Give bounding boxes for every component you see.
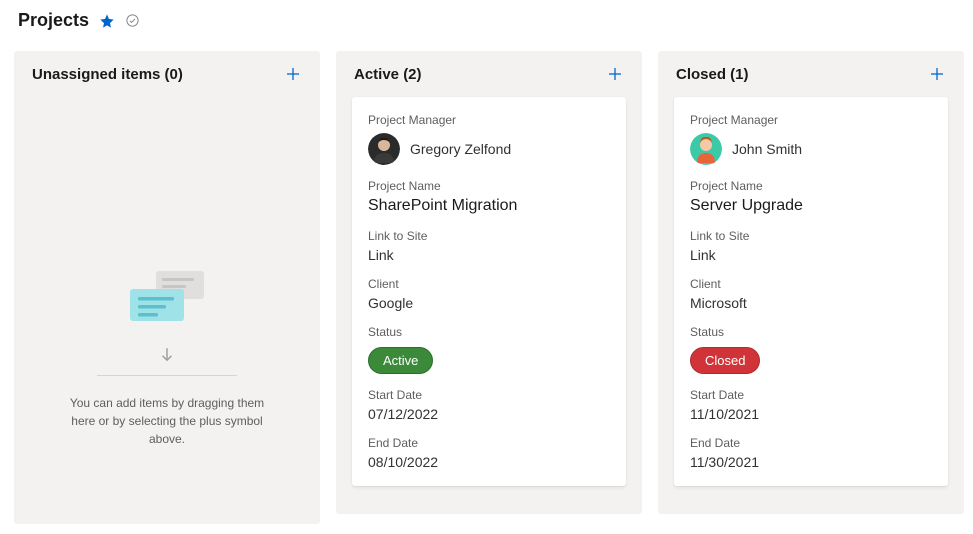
link-value[interactable]: Link bbox=[368, 247, 610, 263]
field-label: Start Date bbox=[368, 388, 610, 402]
column-header: Closed (1) bbox=[658, 51, 964, 97]
field-project-manager: Project Manager John Smith bbox=[690, 113, 932, 165]
field-label: Project Name bbox=[690, 179, 932, 193]
field-label: Link to Site bbox=[368, 229, 610, 243]
field-project-name: Project Name SharePoint Migration bbox=[368, 179, 610, 215]
project-name-value: Server Upgrade bbox=[690, 197, 932, 215]
page-title: Projects bbox=[18, 10, 89, 31]
divider-line bbox=[97, 375, 237, 376]
column-unassigned: Unassigned items (0) bbox=[14, 51, 320, 524]
add-item-button[interactable] bbox=[928, 65, 946, 83]
field-start-date: Start Date 07/12/2022 bbox=[368, 388, 610, 422]
manager-row: Gregory Zelfond bbox=[368, 133, 610, 165]
down-arrow-icon bbox=[158, 346, 176, 369]
field-project-manager: Project Manager Gregory Zelfond bbox=[368, 113, 610, 165]
field-label: Project Name bbox=[368, 179, 610, 193]
field-label: End Date bbox=[368, 436, 610, 450]
field-client: Client Microsoft bbox=[690, 277, 932, 311]
field-label: Status bbox=[690, 325, 932, 339]
manager-name: John Smith bbox=[732, 141, 802, 157]
checkmark-circle-icon[interactable] bbox=[125, 13, 140, 28]
project-name-value: SharePoint Migration bbox=[368, 197, 610, 215]
column-title: Active (2) bbox=[354, 66, 422, 83]
link-value[interactable]: Link bbox=[690, 247, 932, 263]
client-value: Microsoft bbox=[690, 295, 932, 311]
field-link-to-site: Link to Site Link bbox=[690, 229, 932, 263]
avatar bbox=[368, 133, 400, 165]
field-label: End Date bbox=[690, 436, 932, 450]
field-label: Link to Site bbox=[690, 229, 932, 243]
manager-name: Gregory Zelfond bbox=[410, 141, 511, 157]
start-date-value: 11/10/2021 bbox=[690, 406, 932, 422]
field-end-date: End Date 08/10/2022 bbox=[368, 436, 610, 470]
column-title: Unassigned items (0) bbox=[32, 66, 183, 83]
field-link-to-site: Link to Site Link bbox=[368, 229, 610, 263]
add-item-button[interactable] bbox=[606, 65, 624, 83]
client-value: Google bbox=[368, 295, 610, 311]
end-date-value: 08/10/2022 bbox=[368, 454, 610, 470]
field-label: Start Date bbox=[690, 388, 932, 402]
field-client: Client Google bbox=[368, 277, 610, 311]
field-end-date: End Date 11/30/2021 bbox=[690, 436, 932, 470]
page-header: Projects bbox=[14, 10, 959, 31]
kanban-board: Unassigned items (0) bbox=[14, 51, 959, 524]
column-header: Active (2) bbox=[336, 51, 642, 97]
project-card[interactable]: Project Manager John Smith Project Name bbox=[674, 97, 948, 486]
add-item-button[interactable] bbox=[284, 65, 302, 83]
start-date-value: 07/12/2022 bbox=[368, 406, 610, 422]
field-status: Status Closed bbox=[690, 325, 932, 374]
manager-row: John Smith bbox=[690, 133, 932, 165]
field-label: Status bbox=[368, 325, 610, 339]
empty-state: You can add items by dragging them here … bbox=[14, 97, 320, 508]
field-project-name: Project Name Server Upgrade bbox=[690, 179, 932, 215]
field-label: Project Manager bbox=[368, 113, 610, 127]
column-active: Active (2) Project Manager bbox=[336, 51, 642, 514]
project-card[interactable]: Project Manager Gregory Zelfond Project … bbox=[352, 97, 626, 486]
field-status: Status Active bbox=[368, 325, 610, 374]
end-date-value: 11/30/2021 bbox=[690, 454, 932, 470]
field-label: Client bbox=[690, 277, 932, 291]
column-closed: Closed (1) Project Manager bbox=[658, 51, 964, 514]
empty-state-text: You can add items by dragging them here … bbox=[67, 394, 267, 448]
column-header: Unassigned items (0) bbox=[14, 51, 320, 97]
status-badge: Active bbox=[368, 347, 433, 374]
column-title: Closed (1) bbox=[676, 66, 749, 83]
favorite-star-icon[interactable] bbox=[99, 13, 115, 29]
field-label: Project Manager bbox=[690, 113, 932, 127]
empty-illustration-icon bbox=[122, 267, 212, 332]
status-badge: Closed bbox=[690, 347, 760, 374]
field-start-date: Start Date 11/10/2021 bbox=[690, 388, 932, 422]
avatar bbox=[690, 133, 722, 165]
field-label: Client bbox=[368, 277, 610, 291]
